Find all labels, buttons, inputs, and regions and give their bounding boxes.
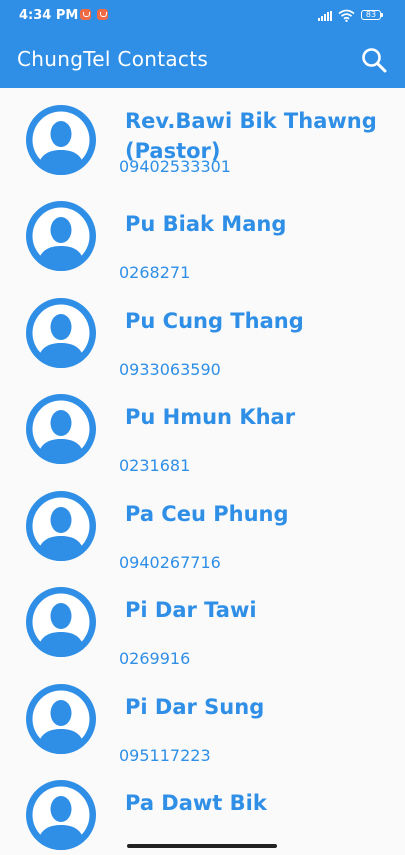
status-bar: 4:34 PM 83 [0, 0, 405, 31]
contact-phone: 0269916 [119, 649, 191, 668]
person-avatar-icon [26, 491, 96, 561]
person-avatar-icon [26, 298, 96, 368]
notification-app-icon [80, 9, 91, 20]
contact-phone: 09402533301 [119, 157, 231, 176]
person-avatar-icon [26, 105, 96, 175]
contact-name: Pu Biak Mang [125, 212, 287, 236]
contact-name: Pi Dar Sung [125, 695, 265, 719]
cellular-signal-icon [318, 11, 334, 21]
contact-list-item[interactable]: Pa Ceu Phung 0940267716 [0, 474, 405, 572]
contact-list-item[interactable]: Pu Hmun Khar 0231681 [0, 377, 405, 475]
battery-icon: 83 [361, 10, 383, 20]
contact-list-item[interactable]: Pu Cung Thang 0933063590 [0, 281, 405, 379]
person-avatar-icon [26, 780, 96, 850]
contact-list-item[interactable]: Pu Biak Mang 0268271 [0, 184, 405, 282]
app-bar: ChungTel Contacts [0, 31, 405, 88]
contact-name: Pa Dawt Bik [125, 791, 267, 815]
contact-list-item[interactable]: Rev.Bawi Bik Thawng (Pastor) 09402533301 [0, 88, 405, 184]
contact-name: Pa Ceu Phung [125, 502, 289, 526]
home-indicator[interactable] [127, 844, 277, 848]
status-time: 4:34 PM [19, 8, 79, 23]
contact-name: Pu Cung Thang [125, 309, 304, 333]
person-avatar-icon [26, 394, 96, 464]
person-avatar-icon [26, 684, 96, 754]
search-icon[interactable] [359, 45, 389, 75]
contact-list-item[interactable]: Pa Dawt Bik [0, 763, 405, 855]
contact-list-item[interactable]: Pi Dar Sung 095117223 [0, 667, 405, 765]
contact-name: Pi Dar Tawi [125, 598, 257, 622]
app-title: ChungTel Contacts [17, 47, 209, 71]
contact-phone: 0231681 [119, 456, 191, 475]
contact-list[interactable]: Rev.Bawi Bik Thawng (Pastor) 09402533301… [0, 88, 405, 855]
notification-app-icon [97, 9, 108, 20]
person-avatar-icon [26, 201, 96, 271]
person-avatar-icon [26, 587, 96, 657]
contact-list-item[interactable]: Pi Dar Tawi 0269916 [0, 570, 405, 668]
contact-phone: 0268271 [119, 263, 191, 282]
contact-name: Rev.Bawi Bik Thawng [125, 109, 377, 133]
contact-name: Pu Hmun Khar [125, 405, 296, 429]
wifi-icon [338, 9, 355, 22]
